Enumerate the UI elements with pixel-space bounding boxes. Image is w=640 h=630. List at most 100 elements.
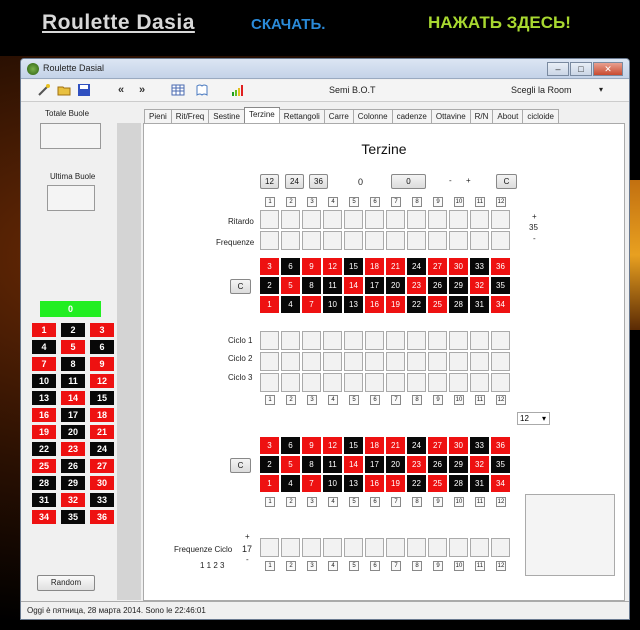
- number-cell[interactable]: 10: [32, 374, 56, 388]
- number-cell[interactable]: 3: [90, 323, 114, 337]
- terzine-cell[interactable]: 30: [449, 437, 468, 454]
- terzine-cell[interactable]: 2: [260, 456, 279, 473]
- terzine-cell[interactable]: 24: [407, 258, 426, 275]
- terzine-cell[interactable]: 34: [491, 296, 510, 313]
- terzine-cell[interactable]: 16: [365, 296, 384, 313]
- number-cell[interactable]: 2: [61, 323, 85, 337]
- number-cell[interactable]: 22: [32, 442, 56, 456]
- terzine-cell[interactable]: 22: [407, 296, 426, 313]
- terzine-cell[interactable]: 29: [449, 277, 468, 294]
- terzine-cell[interactable]: 27: [428, 258, 447, 275]
- number-cell[interactable]: 30: [90, 476, 114, 490]
- terzine-cell[interactable]: 8: [302, 277, 321, 294]
- terzine-cell[interactable]: 11: [323, 277, 342, 294]
- tab-cadenze[interactable]: cadenze: [391, 109, 432, 123]
- save-icon[interactable]: [77, 83, 91, 101]
- open-folder-icon[interactable]: [57, 83, 71, 101]
- number-cell[interactable]: 23: [61, 442, 85, 456]
- terzine-cell[interactable]: 5: [281, 277, 300, 294]
- terzine-cell[interactable]: 4: [281, 475, 300, 492]
- number-cell[interactable]: 29: [61, 476, 85, 490]
- tab-rettangoli[interactable]: Rettangoli: [278, 109, 325, 123]
- terzine-cell[interactable]: 12: [323, 258, 342, 275]
- terzine-cell[interactable]: 17: [365, 277, 384, 294]
- number-cell[interactable]: 18: [90, 408, 114, 422]
- terzine-cell[interactable]: 19: [386, 475, 405, 492]
- terzine-cell[interactable]: 17: [365, 456, 384, 473]
- tab-colonne[interactable]: Colonne: [352, 109, 393, 123]
- zero-indicator[interactable]: 0: [40, 301, 101, 317]
- terzine-cell[interactable]: 21: [386, 258, 405, 275]
- number-cell[interactable]: 11: [61, 374, 85, 388]
- number-cell[interactable]: 25: [32, 459, 56, 473]
- terzine-cell[interactable]: 31: [470, 475, 489, 492]
- terzine-cell[interactable]: 6: [281, 437, 300, 454]
- btn-36[interactable]: 36: [309, 174, 328, 189]
- terzine-cell[interactable]: 26: [428, 456, 447, 473]
- tab-carre[interactable]: Carre: [323, 109, 354, 123]
- grid-icon[interactable]: [171, 83, 185, 101]
- terzine-cell[interactable]: 29: [449, 456, 468, 473]
- terzine-cell[interactable]: 20: [386, 277, 405, 294]
- number-cell[interactable]: 12: [90, 374, 114, 388]
- terzine-cell[interactable]: 10: [323, 475, 342, 492]
- minimize-button[interactable]: –: [547, 62, 569, 76]
- terzine-cell[interactable]: 23: [407, 277, 426, 294]
- number-cell[interactable]: 34: [32, 510, 56, 524]
- terzine-cell[interactable]: 9: [302, 258, 321, 275]
- tab-sestine[interactable]: Sestine: [208, 109, 245, 123]
- terzine-cell[interactable]: 15: [344, 437, 363, 454]
- number-cell[interactable]: 36: [90, 510, 114, 524]
- clear-top-button[interactable]: C: [496, 174, 517, 189]
- number-cell[interactable]: 33: [90, 493, 114, 507]
- terzine-cell[interactable]: 3: [260, 437, 279, 454]
- terzine-cell[interactable]: 12: [323, 437, 342, 454]
- chevron-down-icon[interactable]: ▾: [599, 85, 603, 94]
- terzine-cell[interactable]: 24: [407, 437, 426, 454]
- terzine-cell[interactable]: 15: [344, 258, 363, 275]
- maximize-button[interactable]: □: [570, 62, 592, 76]
- terzine-cell[interactable]: 36: [491, 437, 510, 454]
- terzine-cell[interactable]: 7: [302, 475, 321, 492]
- tab-pieni[interactable]: Pieni: [144, 109, 172, 123]
- wand-icon[interactable]: [37, 83, 51, 101]
- number-cell[interactable]: 24: [90, 442, 114, 456]
- book-icon[interactable]: [195, 83, 209, 101]
- terzine-cell[interactable]: 23: [407, 456, 426, 473]
- number-cell[interactable]: 16: [32, 408, 56, 422]
- close-button[interactable]: ✕: [593, 62, 623, 76]
- number-cell[interactable]: 4: [32, 340, 56, 354]
- terzine-cell[interactable]: 33: [470, 258, 489, 275]
- terzine-cell[interactable]: 13: [344, 475, 363, 492]
- number-cell[interactable]: 8: [61, 357, 85, 371]
- prev-icon[interactable]: «: [118, 83, 124, 97]
- next-icon[interactable]: »: [139, 83, 145, 97]
- number-cell[interactable]: 1: [32, 323, 56, 337]
- number-cell[interactable]: 35: [61, 510, 85, 524]
- terzine-cell[interactable]: 14: [344, 456, 363, 473]
- tab-cicloide[interactable]: cicloide: [522, 109, 560, 123]
- banner-title-link[interactable]: Roulette Dasia: [42, 11, 195, 35]
- number-cell[interactable]: 32: [61, 493, 85, 507]
- terzine-cell[interactable]: 1: [260, 475, 279, 492]
- room-select[interactable]: Scegli la Room: [511, 85, 572, 95]
- terzine-cell[interactable]: 32: [470, 456, 489, 473]
- number-cell[interactable]: 20: [61, 425, 85, 439]
- clear-button-2[interactable]: C: [230, 458, 251, 473]
- tab-rit-freq[interactable]: Rit/Freq: [170, 109, 210, 123]
- terzine-cell[interactable]: 4: [281, 296, 300, 313]
- terzine-cell[interactable]: 14: [344, 277, 363, 294]
- click-here-link[interactable]: НАЖАТЬ ЗДЕСЬ!: [428, 13, 571, 33]
- number-cell[interactable]: 27: [90, 459, 114, 473]
- value-field[interactable]: 0: [391, 174, 426, 189]
- terzine-cell[interactable]: 5: [281, 456, 300, 473]
- btn-24[interactable]: 24: [285, 174, 304, 189]
- terzine-cell[interactable]: 18: [365, 258, 384, 275]
- number-cell[interactable]: 13: [32, 391, 56, 405]
- number-cell[interactable]: 26: [61, 459, 85, 473]
- terzine-cell[interactable]: 35: [491, 277, 510, 294]
- random-button[interactable]: Random: [37, 575, 95, 591]
- btn-12[interactable]: 12: [260, 174, 279, 189]
- tab-about[interactable]: About: [492, 109, 524, 123]
- terzine-cell[interactable]: 1: [260, 296, 279, 313]
